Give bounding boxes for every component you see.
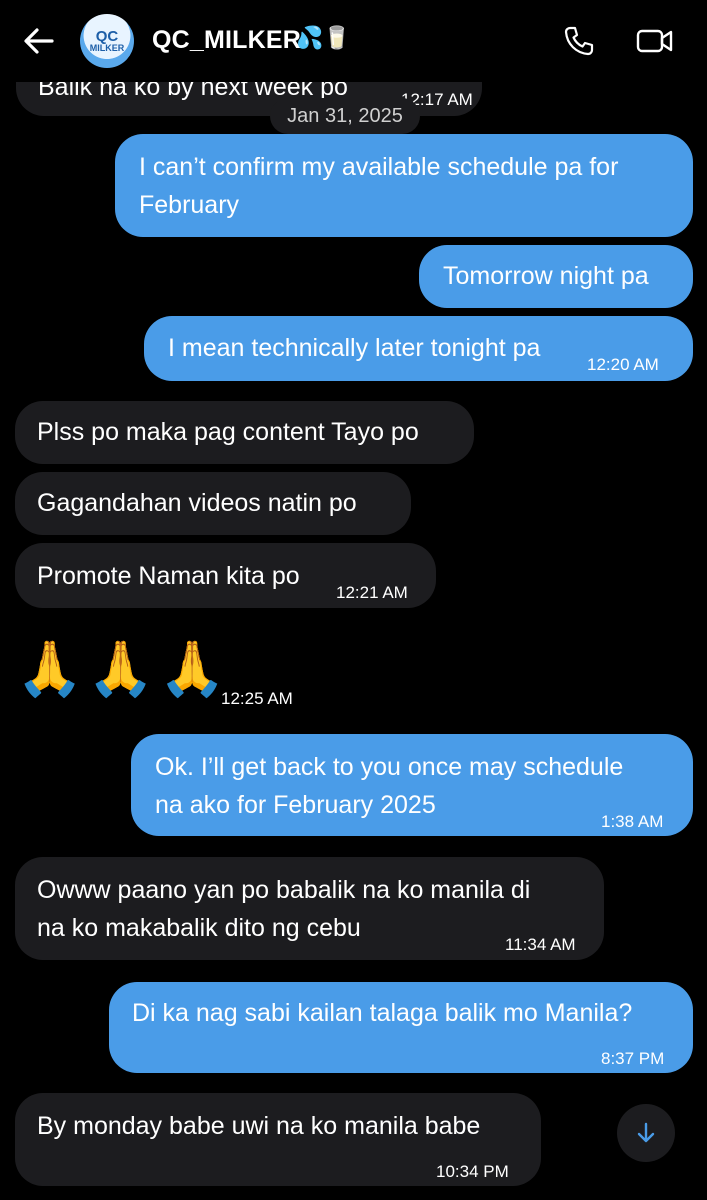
message-outgoing[interactable]: Di ka nag sabi kailan talaga balik mo Ma… — [109, 982, 693, 1073]
avatar-text-top: QC — [95, 28, 119, 45]
message-time: 10:34 PM — [436, 1162, 509, 1181]
message-text-line: na ako for February 2025 — [155, 791, 436, 819]
message-time: 12:20 AM — [587, 355, 659, 374]
message-text: By monday babe uwi na ko manila babe — [37, 1112, 481, 1140]
message-outgoing[interactable]: Tomorrow night pa — [419, 245, 693, 308]
message-text-line: Owww paano yan po babalik na ko manila d… — [37, 876, 531, 904]
message-text: Di ka nag sabi kailan talaga balik mo Ma… — [132, 999, 633, 1027]
arrow-down-icon — [637, 1122, 655, 1143]
message-text-line: February — [139, 191, 240, 219]
message-outgoing[interactable]: Ok. I’ll get back to you once may schedu… — [131, 734, 693, 836]
message-incoming[interactable]: Gagandahan videos natin po — [15, 472, 411, 535]
message-text: Plss po maka pag content Tayo po — [37, 418, 419, 446]
back-arrow-icon[interactable] — [22, 24, 56, 58]
conversation-header: QC MILKER QC_MILKER 💦🥛 — [0, 0, 707, 82]
message-incoming[interactable]: Plss po maka pag content Tayo po — [15, 401, 474, 464]
message-time: 11:34 AM — [505, 935, 576, 954]
message-outgoing[interactable]: I mean technically later tonight pa 12:2… — [144, 316, 693, 381]
message-text-line: I can’t confirm my available schedule pa… — [139, 153, 619, 181]
message-text: Promote Naman kita po — [37, 562, 300, 590]
video-camera-icon[interactable] — [636, 26, 674, 56]
message-text: I mean technically later tonight pa — [168, 334, 541, 362]
contact-name[interactable]: QC_MILKER — [152, 26, 301, 55]
avatar-text-bottom: MILKER — [89, 43, 125, 53]
message-incoming[interactable]: Owww paano yan po babalik na ko manila d… — [15, 857, 604, 960]
message-time: 8:37 PM — [601, 1049, 665, 1068]
message-incoming[interactable]: By monday babe uwi na ko manila babe 10:… — [15, 1093, 541, 1186]
phone-icon[interactable] — [563, 25, 595, 57]
message-time: 12:25 AM — [221, 689, 293, 708]
message-incoming[interactable]: Promote Naman kita po 12:21 AM — [15, 543, 436, 608]
praying-hands-emoji: 🙏🙏🙏 — [16, 637, 230, 700]
message-text: Gagandahan videos natin po — [37, 489, 357, 517]
message-text-line: na ko makabalik dito ng cebu — [37, 914, 361, 942]
message-incoming-emoji[interactable]: 🙏🙏🙏 12:25 AM — [16, 636, 316, 712]
avatar[interactable]: QC MILKER — [80, 14, 134, 68]
message-text: Tomorrow night pa — [443, 262, 649, 290]
message-time: 1:38 AM — [601, 812, 664, 831]
contact-name-emoji: 💦🥛 — [296, 26, 351, 51]
scroll-to-bottom-button[interactable] — [617, 1104, 675, 1162]
message-text-line: Ok. I’ll get back to you once may schedu… — [155, 753, 624, 781]
message-time: 12:21 AM — [336, 583, 408, 602]
date-separator: Jan 31, 2025 — [270, 98, 420, 134]
message-outgoing[interactable]: I can’t confirm my available schedule pa… — [115, 134, 693, 237]
